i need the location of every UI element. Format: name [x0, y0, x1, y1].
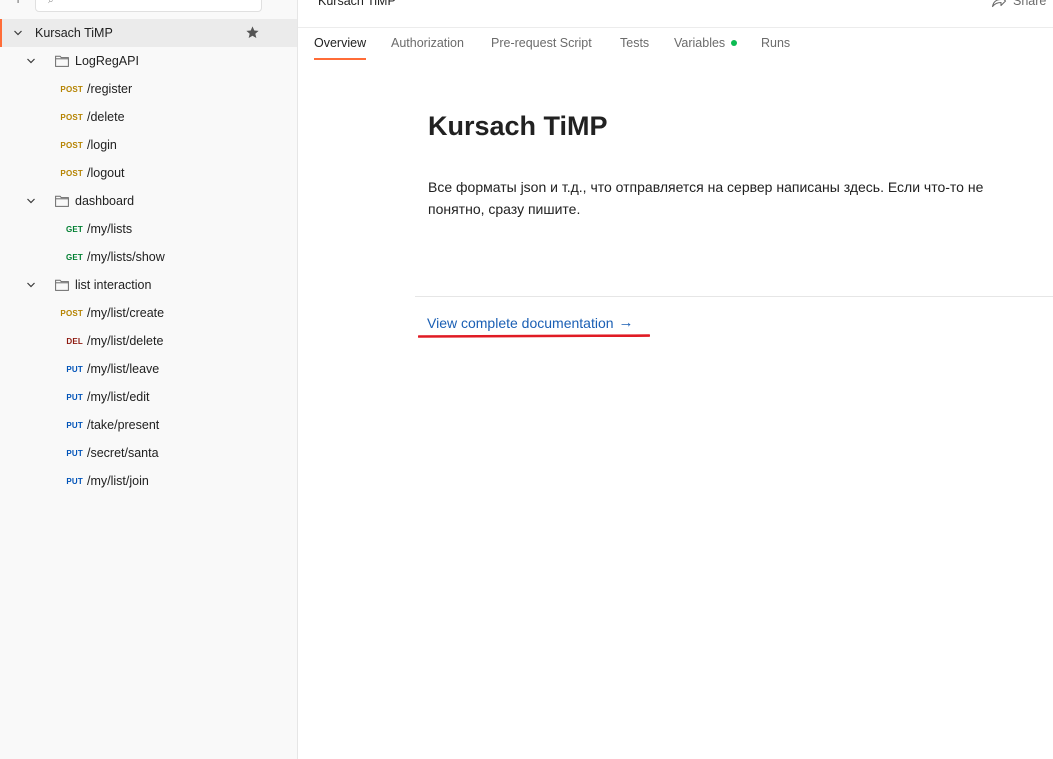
method-badge: PUT — [66, 476, 83, 486]
folder-logregapi[interactable]: LogRegAPI — [0, 47, 297, 75]
request-label: /my/lists — [87, 222, 133, 236]
folder-label: dashboard — [75, 194, 135, 208]
app-window: + ⌕ ··· Kursach TiMP — [0, 0, 1053, 759]
folder-icon — [55, 279, 69, 291]
arrow-right-icon: → — [618, 314, 634, 331]
request-item[interactable]: POST /my/list/create — [0, 299, 297, 327]
search-input[interactable]: ⌕ — [35, 0, 262, 12]
method-badge: POST — [60, 308, 83, 318]
method-badge: POST — [60, 140, 83, 150]
request-label: /secret/santa — [87, 446, 159, 460]
chevron-down-icon[interactable] — [26, 196, 36, 206]
chevron-down-icon[interactable] — [26, 280, 36, 290]
method-badge: PUT — [66, 392, 83, 402]
request-label: /my/list/edit — [87, 390, 150, 404]
request-label: /logout — [87, 166, 125, 180]
share-button[interactable]: Share — [991, 0, 1046, 8]
doc-link-label: View complete documentation — [427, 314, 614, 331]
request-item[interactable]: GET /my/lists — [0, 215, 297, 243]
request-label: /my/list/create — [87, 306, 165, 320]
view-documentation-link[interactable]: View complete documentation → — [427, 314, 634, 331]
request-item[interactable]: PUT /my/list/leave — [0, 355, 297, 383]
collection-tree: Kursach TiMP LogRegAPI POST /register PO… — [0, 19, 297, 495]
request-item[interactable]: POST /delete — [0, 103, 297, 131]
status-dot-icon — [731, 39, 738, 46]
request-item[interactable]: DEL /my/list/delete — [0, 327, 297, 355]
sidebar: + ⌕ ··· Kursach TiMP — [0, 0, 298, 759]
folder-dashboard[interactable]: dashboard — [0, 187, 297, 215]
request-label: /take/present — [87, 418, 160, 432]
request-item[interactable]: PUT /my/list/edit — [0, 383, 297, 411]
main-panel: Kursach TiMP Share Overview Authorizatio… — [298, 0, 1053, 759]
request-item[interactable]: GET /my/lists/show — [0, 243, 297, 271]
tab-runs[interactable]: Runs — [761, 36, 790, 60]
share-label: Share — [1013, 0, 1047, 8]
request-label: /my/lists/show — [87, 250, 165, 264]
collection-kursach-timp[interactable]: Kursach TiMP — [0, 19, 297, 47]
main-header: Kursach TiMP Share — [298, 0, 1053, 28]
overview-title: Kursach TiMP — [428, 111, 608, 141]
tab-authorization[interactable]: Authorization — [391, 36, 464, 60]
method-badge: DEL — [66, 336, 83, 346]
method-badge: PUT — [66, 364, 83, 374]
divider — [415, 296, 1053, 297]
tab-variables[interactable]: Variables — [674, 36, 738, 60]
request-item[interactable]: POST /register — [0, 75, 297, 103]
tab-pre-request-script[interactable]: Pre-request Script — [491, 36, 592, 60]
request-item[interactable]: PUT /secret/santa — [0, 439, 297, 467]
star-icon[interactable] — [245, 25, 260, 40]
method-badge: POST — [60, 84, 83, 94]
folder-icon — [55, 55, 69, 67]
request-item[interactable]: POST /logout — [0, 159, 297, 187]
request-item[interactable]: POST /login — [0, 131, 297, 159]
red-annotation-underline — [418, 334, 650, 338]
chevron-down-icon[interactable] — [13, 28, 23, 38]
collection-title: Kursach TiMP — [318, 0, 396, 8]
collection-label: Kursach TiMP — [35, 26, 113, 40]
request-item[interactable]: PUT /take/present — [0, 411, 297, 439]
share-icon — [991, 0, 1007, 8]
request-label: /my/list/leave — [87, 362, 160, 376]
method-badge: POST — [60, 112, 83, 122]
method-badge: PUT — [66, 448, 83, 458]
more-options-icon[interactable]: ··· — [271, 0, 288, 6]
request-item[interactable]: PUT /my/list/join — [0, 467, 297, 495]
folder-icon — [55, 195, 69, 207]
add-icon[interactable]: + — [14, 0, 22, 7]
request-label: /register — [87, 82, 133, 96]
folder-label: list interaction — [75, 278, 152, 292]
tab-variables-label: Variables — [674, 36, 726, 50]
request-label: /delete — [87, 110, 125, 124]
tab-tests[interactable]: Tests — [620, 36, 649, 60]
method-badge: GET — [65, 252, 83, 262]
method-badge: PUT — [66, 420, 83, 430]
method-badge: POST — [60, 168, 83, 178]
tab-overview[interactable]: Overview — [314, 36, 367, 60]
overview-description[interactable]: Все форматы json и т.д., что отправляетс… — [428, 176, 1028, 220]
chevron-down-icon[interactable] — [26, 56, 36, 66]
request-label: /login — [87, 138, 117, 152]
request-label: /my/list/delete — [87, 334, 164, 348]
folder-label: LogRegAPI — [75, 54, 139, 68]
sidebar-toolbar: + ⌕ ··· — [0, 0, 297, 18]
request-label: /my/list/join — [87, 474, 149, 488]
filter-icon: ⌕ — [48, 0, 54, 6]
folder-list-interaction[interactable]: list interaction — [0, 271, 297, 299]
method-badge: GET — [65, 224, 83, 234]
